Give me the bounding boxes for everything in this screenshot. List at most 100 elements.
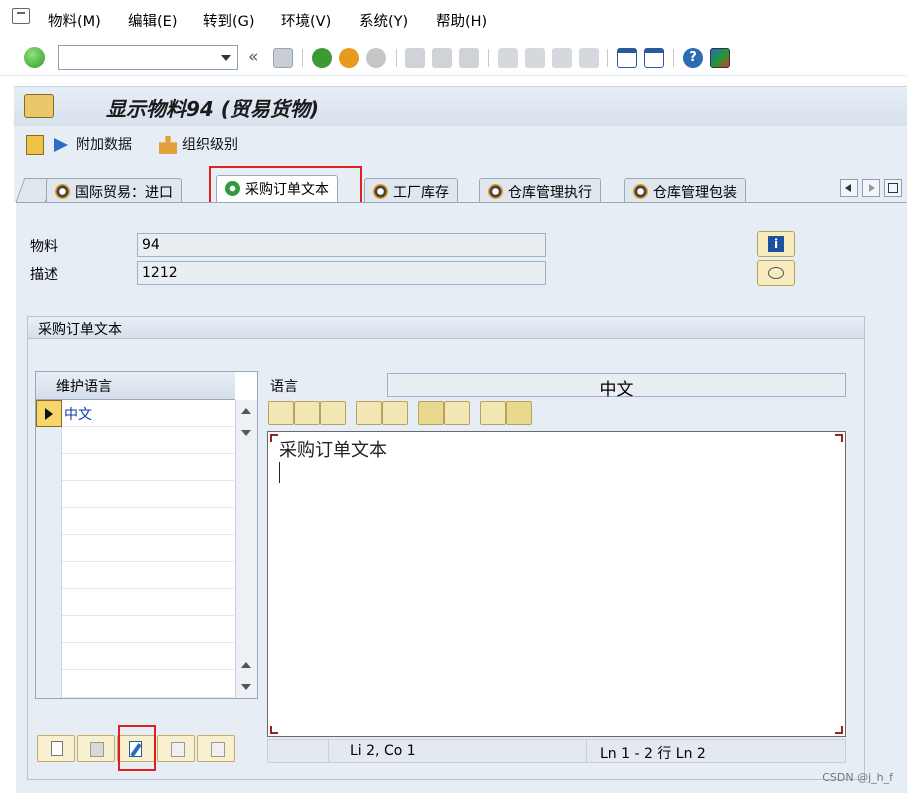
additional-data-button[interactable]: 附加数据 [76,134,132,154]
scroll-down-icon[interactable] [241,684,251,690]
first-page-icon[interactable] [498,48,518,68]
table-scrollbar[interactable] [235,400,257,698]
copy-icon[interactable] [294,401,320,425]
cancel-icon[interactable] [366,48,386,68]
undo-icon[interactable] [356,401,382,425]
enter-icon[interactable] [24,47,45,68]
paste-icon[interactable] [320,401,346,425]
move-up-button[interactable] [157,735,195,762]
line-range: Ln 1 - 2 行 Ln 2 [600,746,706,762]
find-next-icon[interactable] [459,48,479,68]
row-selector[interactable] [36,481,62,508]
find-next-icon[interactable] [444,401,470,425]
separator [396,49,397,67]
tab-warehouse-packaging[interactable]: 仓库管理包装 [624,178,746,202]
collapse-icon[interactable]: « [248,47,258,67]
watermark: CSDN @j_h_f [822,771,893,784]
table-row[interactable] [62,589,234,616]
table-row[interactable] [62,670,234,698]
language-label: 语言 [270,379,298,395]
page-up-icon[interactable] [241,662,251,668]
tab-scroll-right-button[interactable] [862,179,880,197]
table-row[interactable] [62,616,234,643]
table-row[interactable] [62,562,234,589]
tab-scroll-left-button[interactable] [840,179,858,197]
separator [673,49,674,67]
shortcut-icon[interactable] [644,48,664,68]
tab-foreign-trade-import[interactable]: 国际贸易：进口 [46,178,182,202]
new-session-icon[interactable] [617,48,637,68]
display-button[interactable] [757,260,795,286]
upload-icon [171,742,185,757]
table-row[interactable] [62,535,234,562]
menu-material[interactable]: 物料(M) [48,10,101,31]
row-selector[interactable] [36,427,62,454]
row-selector[interactable] [36,508,62,535]
customize-layout-icon[interactable] [710,48,730,68]
table-row[interactable] [62,643,234,670]
last-page-icon[interactable] [579,48,599,68]
back-icon[interactable] [312,48,332,68]
table-header[interactable]: 维护语言 [36,372,235,400]
table-row[interactable] [62,481,234,508]
cut-icon[interactable] [268,401,294,425]
menu-bar: 物料(M) 编辑(E) 转到(G) 环境(V) 系统(Y) 帮助(H) [0,0,907,40]
table-row[interactable]: 中文 [62,400,234,427]
tab-list-button[interactable] [884,179,902,197]
row-selector[interactable] [36,670,62,698]
delete-button[interactable] [77,735,115,762]
export-icon[interactable] [506,401,532,425]
table-row[interactable] [62,508,234,535]
glasses-icon [768,267,784,279]
row-selector[interactable] [36,562,62,589]
info-button[interactable]: i [757,231,795,257]
tab-plant-stock[interactable]: 工厂库存 [364,178,458,202]
tab-warehouse-execution[interactable]: 仓库管理执行 [479,178,601,202]
menu-goto[interactable]: 转到(G) [203,10,255,31]
menu-help[interactable]: 帮助(H) [436,10,487,31]
command-field[interactable] [58,45,238,70]
material-label: 物料 [30,239,58,255]
help-icon[interactable]: ? [683,48,703,68]
menu-environment[interactable]: 环境(V) [281,10,331,31]
find-icon[interactable] [418,401,444,425]
org-levels-button[interactable]: 组织级别 [182,134,238,154]
arrow-right-icon [54,138,68,152]
chevron-left-icon [845,184,851,192]
save-icon[interactable] [273,48,293,68]
chevron-right-icon [869,184,875,192]
next-page-icon[interactable] [552,48,572,68]
move-down-button[interactable] [197,735,235,762]
exit-icon[interactable] [339,48,359,68]
print-icon[interactable] [405,48,425,68]
row-selector[interactable] [36,400,62,427]
menu-edit[interactable]: 编辑(E) [128,10,177,31]
description-field[interactable]: 1212 [137,261,546,285]
system-menu-icon[interactable] [12,8,30,24]
material-field[interactable]: 94 [137,233,546,257]
editor-text[interactable]: 采购订单文本 [279,436,387,462]
table-row[interactable] [62,454,234,481]
row-selector[interactable] [36,589,62,616]
additional-views-icon[interactable] [26,135,44,155]
previous-page-icon[interactable] [525,48,545,68]
row-selector[interactable] [36,616,62,643]
language-field[interactable]: 中文 [387,373,846,400]
redo-icon[interactable] [382,401,408,425]
scroll-up-icon[interactable] [241,408,251,414]
row-selector[interactable] [36,454,62,481]
new-text-button[interactable] [37,735,75,762]
find-icon[interactable] [432,48,452,68]
page-down-icon[interactable] [241,430,251,436]
menu-system[interactable]: 系统(Y) [359,10,408,31]
table-row[interactable] [62,427,234,454]
text-editor[interactable]: 采购订单文本 [267,431,846,737]
corner-marker [835,726,843,734]
tab-label: 仓库管理执行 [508,185,592,201]
row-selector[interactable] [36,535,62,562]
cursor-position: Li 2, Co 1 [350,743,416,759]
row-selector[interactable] [36,643,62,670]
title-bar: 显示物料94 (贸易货物) [14,86,907,126]
chevron-down-icon[interactable] [221,55,231,61]
import-icon[interactable] [480,401,506,425]
